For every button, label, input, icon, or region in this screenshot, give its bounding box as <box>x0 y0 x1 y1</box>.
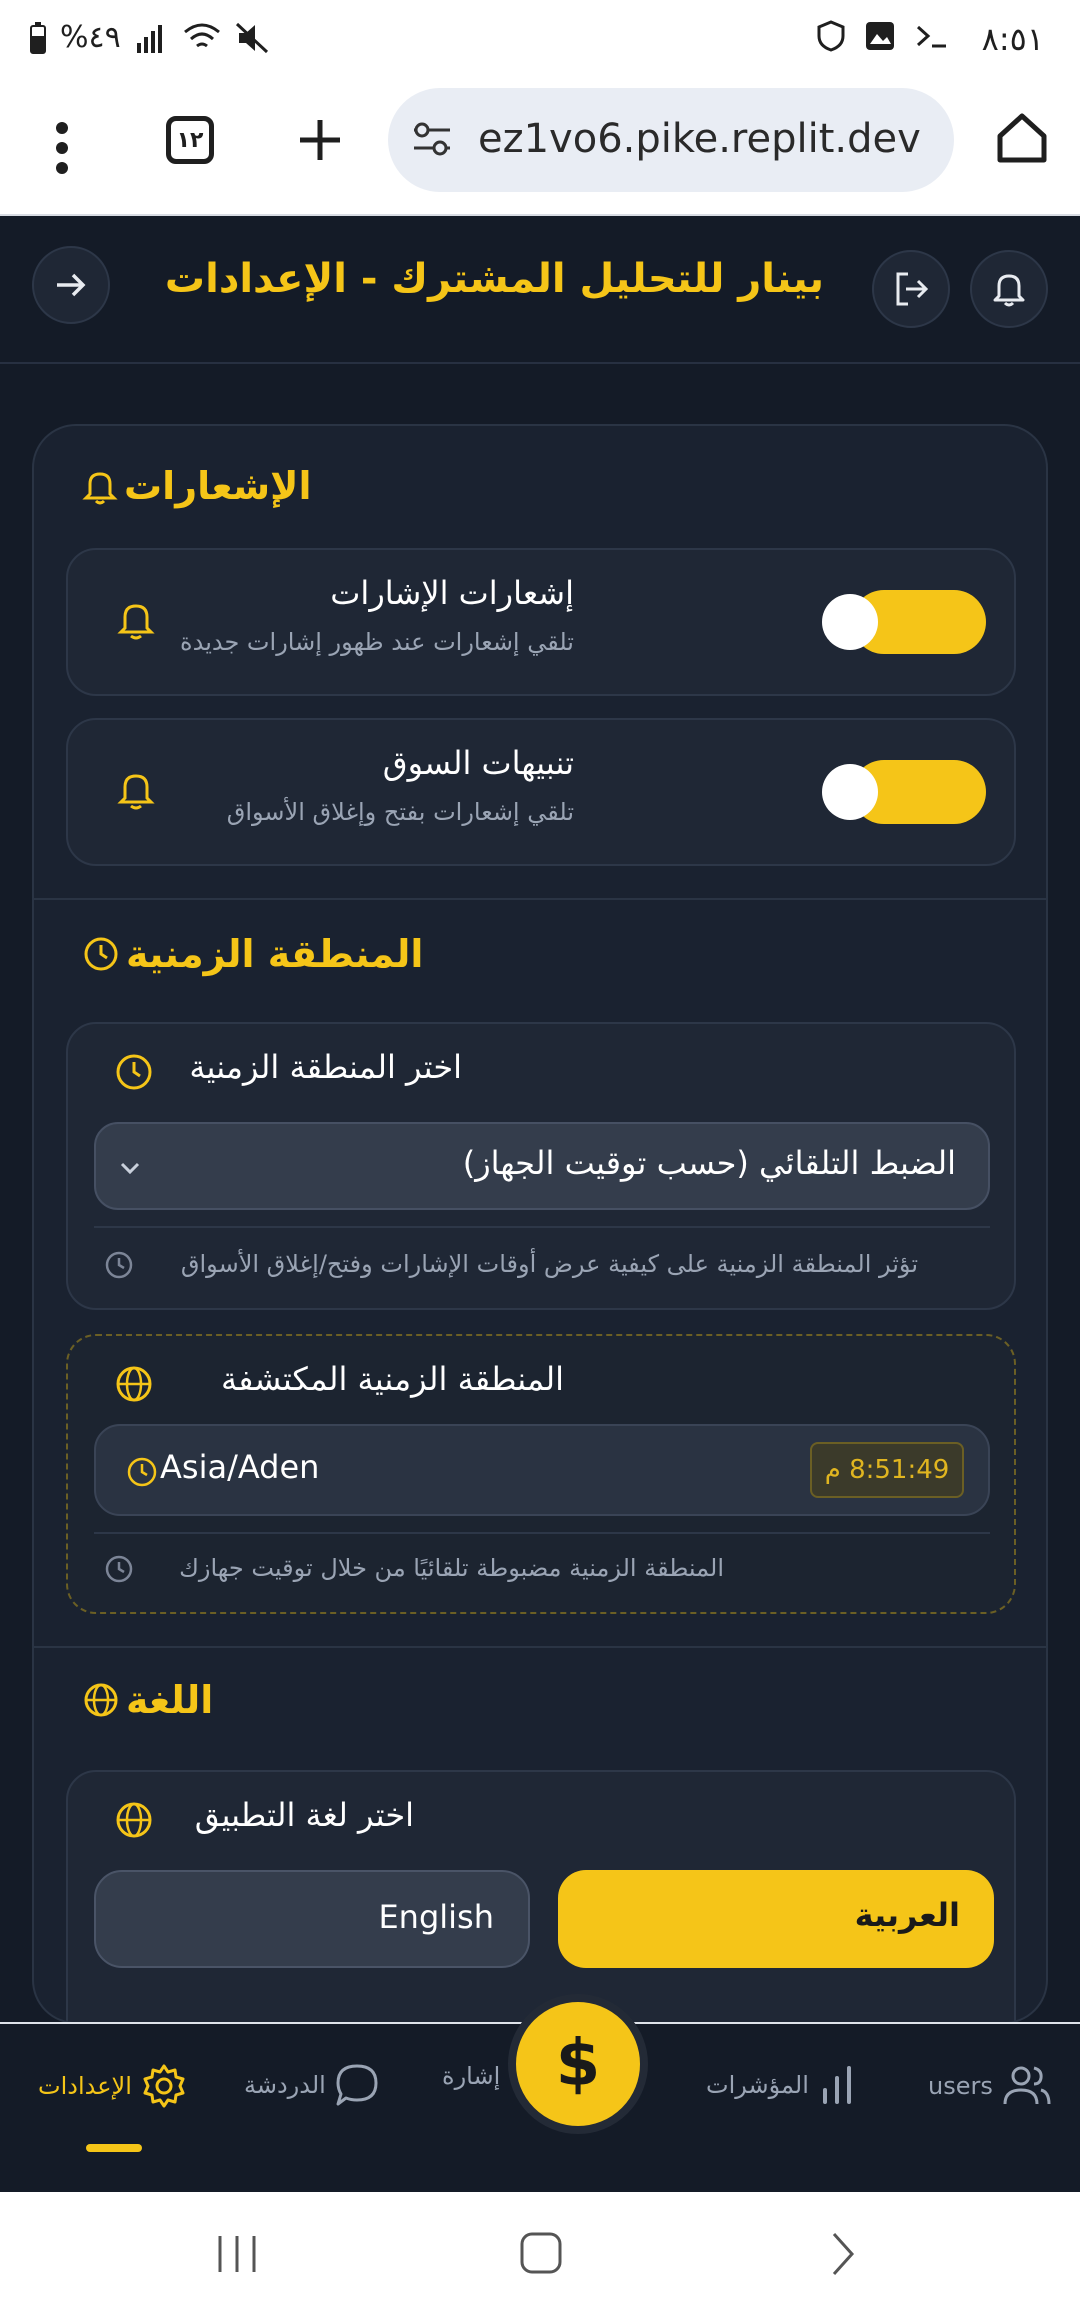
signal-notifications-title: إشعارات الإشارات <box>330 574 574 612</box>
language-option-label: العربية <box>854 1896 960 1934</box>
toggle-knob <box>822 594 878 650</box>
card-divider <box>94 1226 990 1228</box>
site-settings-icon[interactable] <box>410 118 454 162</box>
bell-icon <box>993 274 1025 307</box>
image-icon <box>866 22 894 50</box>
status-right-icons <box>816 20 950 52</box>
clock-icon <box>116 1054 152 1090</box>
clock-icon <box>84 937 118 971</box>
nav-chat-label: الدردشة <box>244 2071 326 2099</box>
chat-icon <box>336 2064 378 2106</box>
detected-timezone-name: Asia/Aden <box>160 1448 320 1486</box>
signal-notifications-toggle[interactable] <box>822 590 986 654</box>
bell-icon <box>117 604 155 640</box>
recent-apps-icon[interactable] <box>214 2232 260 2276</box>
nav-users-label: users <box>928 2072 993 2100</box>
signal-notifications-card: إشعارات الإشارات تلقي إشعارات عند ظهور إ… <box>66 548 1016 696</box>
language-option-label: English <box>378 1898 494 1936</box>
browser-toolbar: ١٢ ez1vo6.pike.replit.dev <box>0 80 1080 216</box>
signal-fab-button[interactable]: $ <box>508 1994 648 2134</box>
gear-icon <box>143 2064 185 2108</box>
notifications-section-title: الإشعارات <box>124 464 312 508</box>
globe-icon <box>116 1802 152 1838</box>
system-navigation-bar <box>0 2192 1080 2316</box>
nav-indicators[interactable]: المؤشرات <box>706 2062 857 2108</box>
wifi-icon <box>183 23 220 47</box>
nav-users[interactable]: users <box>928 2062 1053 2110</box>
app-header: بينار للتحليل المشترك - الإعدادات <box>0 218 1080 364</box>
logout-icon <box>896 272 929 306</box>
status-bar: %٤٩ ٨:٥١ <box>0 0 1080 80</box>
notifications-section-header: الإشعارات <box>82 464 320 508</box>
bar-chart-icon <box>822 2066 851 2104</box>
timezone-select-card: اختر المنطقة الزمنية الضبط التلقائي (حسب… <box>66 1022 1016 1310</box>
language-select-card: اختر لغة التطبيق العربية English <box>66 1770 1016 2022</box>
detected-timezone-note: المنطقة الزمنية مضبوطة تلقائيًا من خلال … <box>179 1554 724 1582</box>
market-alerts-title: تنبيهات السوق <box>382 744 574 782</box>
market-alerts-card: تنبيهات السوق تلقي إشعارات بفتح وإغلاق ا… <box>66 718 1016 866</box>
bell-icon <box>82 472 118 505</box>
detected-timezone-card: المنطقة الزمنية المكتشفة Asia/Aden 8:51:… <box>66 1334 1016 1614</box>
timezone-selected-value: الضبط التلقائي (حسب توقيت الجهاز) <box>462 1144 956 1182</box>
active-tab-indicator <box>86 2144 142 2152</box>
bell-icon <box>117 774 155 810</box>
timezone-section-header: المنطقة الزمنية <box>82 932 423 976</box>
battery-icon <box>30 21 46 54</box>
timezone-select-note: تؤثر المنطقة الزمنية على كيفية عرض أوقات… <box>180 1250 918 1278</box>
nav-settings[interactable]: الإعدادات <box>38 2062 188 2110</box>
nav-signal-label: إشارة <box>442 2062 501 2090</box>
card-divider <box>94 1532 990 1534</box>
page-title: بينار للتحليل المشترك - الإعدادات <box>164 256 824 302</box>
new-tab-icon[interactable] <box>296 110 344 170</box>
users-icon <box>1003 2066 1051 2105</box>
timezone-select-label: اختر المنطقة الزمنية <box>189 1048 462 1086</box>
language-select-label: اختر لغة التطبيق <box>194 1796 414 1834</box>
market-alerts-subtitle: تلقي إشعارات بفتح وإغلاق الأسواق <box>226 798 574 826</box>
globe-icon <box>116 1366 152 1402</box>
back-button[interactable] <box>32 246 110 324</box>
more-options-icon[interactable] <box>40 118 90 178</box>
timezone-section-title: المنطقة الزمنية <box>126 932 424 976</box>
nav-signal[interactable]: إشارة <box>442 2062 500 2090</box>
status-left: %٤٩ <box>30 20 269 55</box>
mute-icon <box>235 22 268 53</box>
language-option-english[interactable]: English <box>94 1870 530 1968</box>
current-time-badge: 8:51:49 م <box>810 1442 964 1498</box>
logout-button[interactable] <box>872 250 950 328</box>
address-bar[interactable]: ez1vo6.pike.replit.dev <box>388 88 954 192</box>
market-alerts-toggle[interactable] <box>822 760 986 824</box>
notifications-button[interactable] <box>970 250 1048 328</box>
clock-icon <box>127 1457 157 1487</box>
dollar-icon: $ <box>555 2027 601 2101</box>
signal-notifications-subtitle: تلقي إشعارات عند ظهور إشارات جديدة <box>180 628 574 656</box>
language-section-title: اللغة <box>126 1678 214 1722</box>
section-divider <box>34 1646 1046 1648</box>
detected-timezone-label: المنطقة الزمنية المكتشفة <box>221 1360 564 1398</box>
home-nav-icon[interactable] <box>518 2230 564 2276</box>
tab-switcher-button[interactable]: ١٢ <box>166 116 214 164</box>
detected-timezone-box: Asia/Aden 8:51:49 م <box>94 1424 990 1516</box>
terminal-icon <box>916 25 946 48</box>
settings-panel: الإشعارات إشعارات الإشارات تلقي إشعارات … <box>32 424 1048 2024</box>
toggle-knob <box>822 764 878 820</box>
language-section-header: اللغة <box>82 1678 213 1722</box>
nav-chat[interactable]: الدردشة <box>244 2062 380 2108</box>
chevron-down-icon <box>120 1162 140 1175</box>
language-option-arabic[interactable]: العربية <box>558 1870 994 1968</box>
clock-icon <box>105 1251 133 1279</box>
nav-indicators-label: المؤشرات <box>706 2071 809 2099</box>
shield-icon <box>817 20 845 52</box>
back-nav-icon[interactable] <box>826 2230 860 2278</box>
arrow-right-icon <box>57 273 86 297</box>
status-time: ٨:٥١ <box>981 20 1044 58</box>
timezone-select[interactable]: الضبط التلقائي (حسب توقيت الجهاز) <box>94 1122 990 1210</box>
home-icon[interactable] <box>994 110 1050 166</box>
battery-percent: %٤٩ <box>60 20 121 55</box>
clock-icon <box>105 1555 133 1583</box>
globe-icon <box>84 1683 118 1717</box>
url-text[interactable]: ez1vo6.pike.replit.dev <box>478 116 934 162</box>
section-divider <box>34 898 1046 900</box>
signal-icon <box>136 24 162 53</box>
nav-settings-label: الإعدادات <box>38 2072 132 2100</box>
